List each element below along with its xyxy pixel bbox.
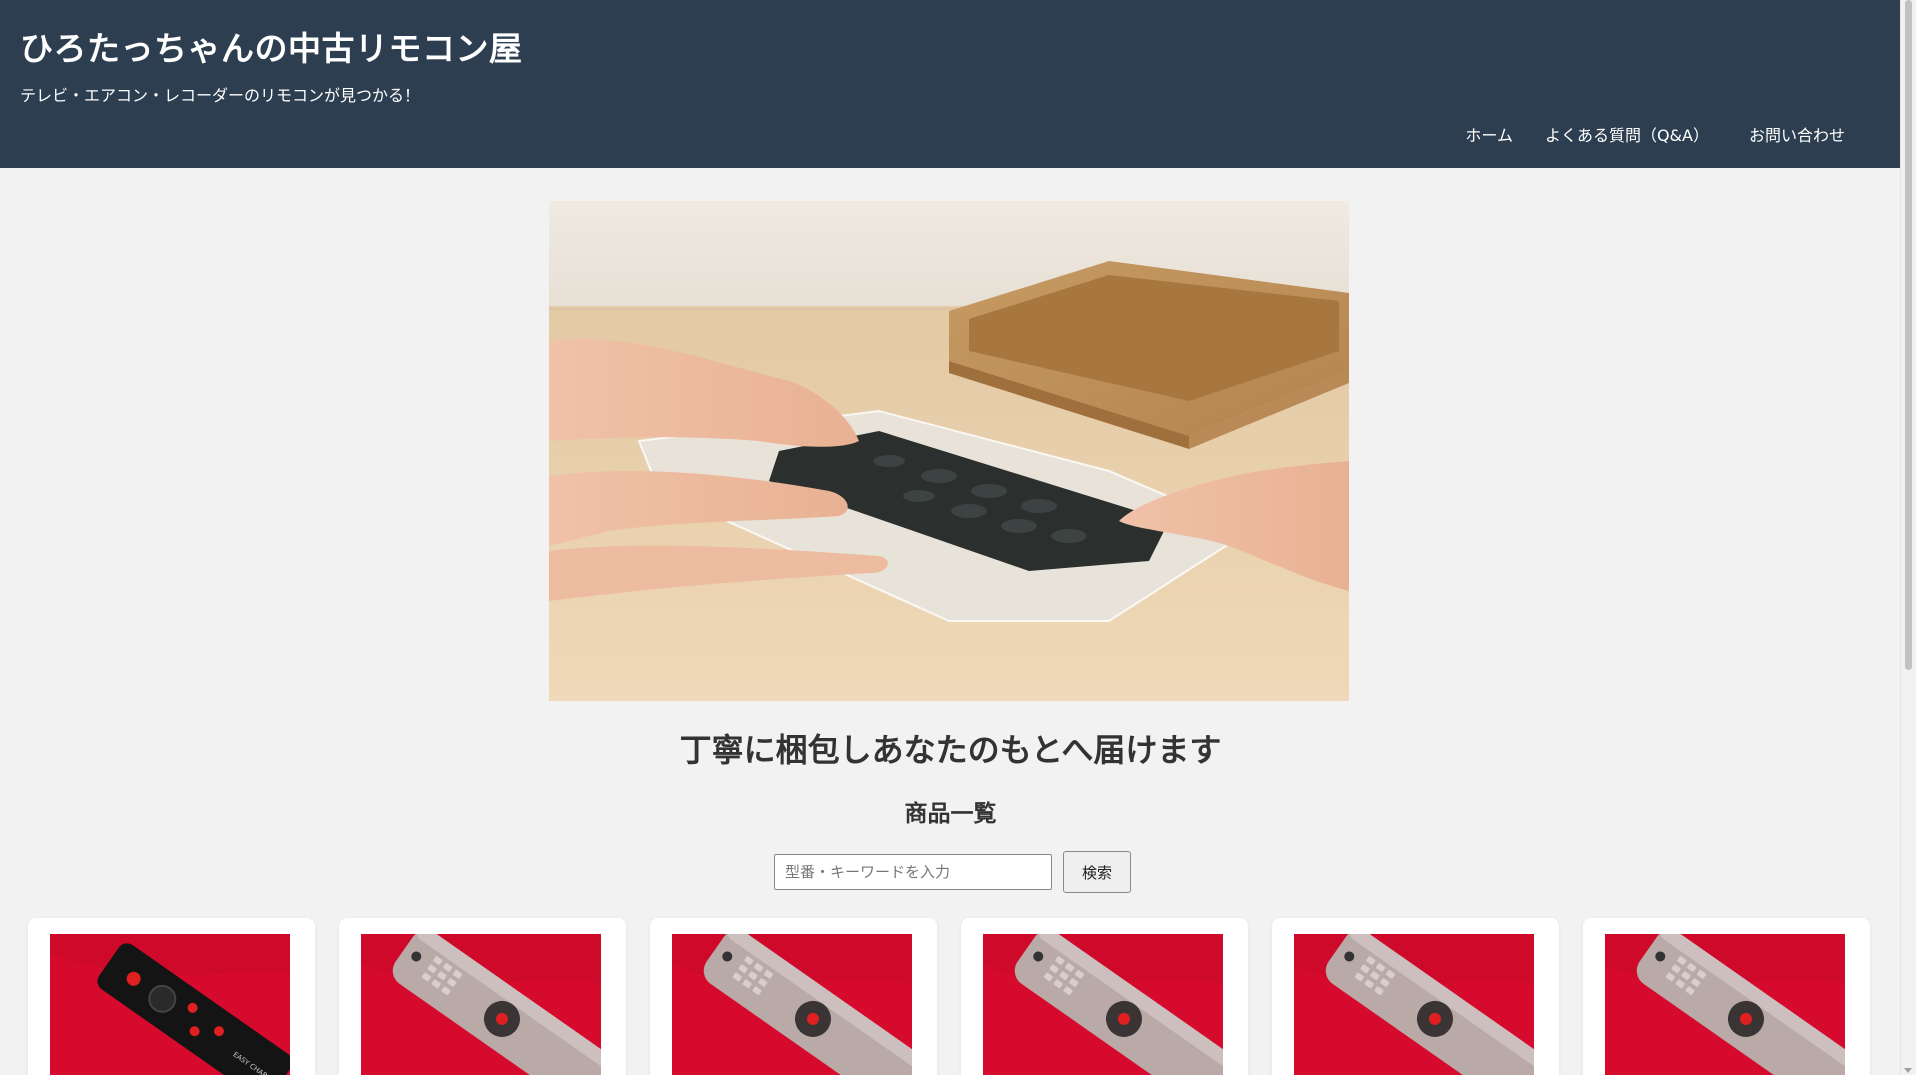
nav-link-faq[interactable]: よくある質問（Q&A） (1529, 122, 1733, 146)
product-card[interactable] (650, 918, 937, 1075)
product-card[interactable] (961, 918, 1248, 1075)
silver-remote-photo (1605, 934, 1845, 1075)
product-image[interactable] (1605, 934, 1845, 1075)
nav-link-contact[interactable]: お問い合わせ (1733, 122, 1861, 146)
silver-remote-photo (983, 934, 1223, 1075)
nav-link-home[interactable]: ホーム (1449, 122, 1529, 146)
main-nav: ホーム よくある質問（Q&A） お問い合わせ (1449, 122, 1861, 146)
product-card[interactable] (1272, 918, 1559, 1075)
product-card[interactable]: EASY CHARGE (28, 918, 315, 1075)
black-remote-photo: EASY CHARGE (50, 934, 290, 1075)
search-input[interactable] (774, 854, 1052, 890)
site-header: ひろたっちゃんの中古リモコン屋 テレビ・エアコン・レコーダーのリモコンが見つかる… (0, 0, 1901, 168)
site-title[interactable]: ひろたっちゃんの中古リモコン屋 (20, 22, 523, 70)
silver-remote-photo (1294, 934, 1534, 1075)
product-list-heading: 商品一覧 (904, 801, 997, 827)
product-image[interactable]: EASY CHARGE (50, 934, 290, 1075)
silver-remote-photo (361, 934, 601, 1075)
silver-remote-photo (672, 934, 912, 1075)
product-image[interactable] (1294, 934, 1534, 1075)
page-scrollbar[interactable] (1900, 0, 1916, 1075)
product-card[interactable] (339, 918, 626, 1075)
product-image[interactable] (672, 934, 912, 1075)
search-button[interactable]: 検索 (1063, 851, 1131, 893)
page: ひろたっちゃんの中古リモコン屋 テレビ・エアコン・レコーダーのリモコンが見つかる… (0, 0, 1916, 1075)
scroll-down-arrow-icon[interactable] (1904, 1068, 1912, 1073)
packing-remote-photo (549, 201, 1349, 701)
hero-image (549, 201, 1349, 701)
product-grid: EASY CHARGE (28, 918, 1870, 1075)
hero-heading: 丁寧に梱包しあなたのもとへ届けます (679, 731, 1222, 769)
product-image[interactable] (983, 934, 1223, 1075)
scrollbar-thumb[interactable] (1905, 0, 1912, 670)
site-tagline: テレビ・エアコン・レコーダーのリモコンが見つかる！ (20, 86, 421, 105)
product-card[interactable] (1583, 918, 1870, 1075)
search-form: 検索 (774, 850, 1131, 894)
product-image[interactable] (361, 934, 601, 1075)
